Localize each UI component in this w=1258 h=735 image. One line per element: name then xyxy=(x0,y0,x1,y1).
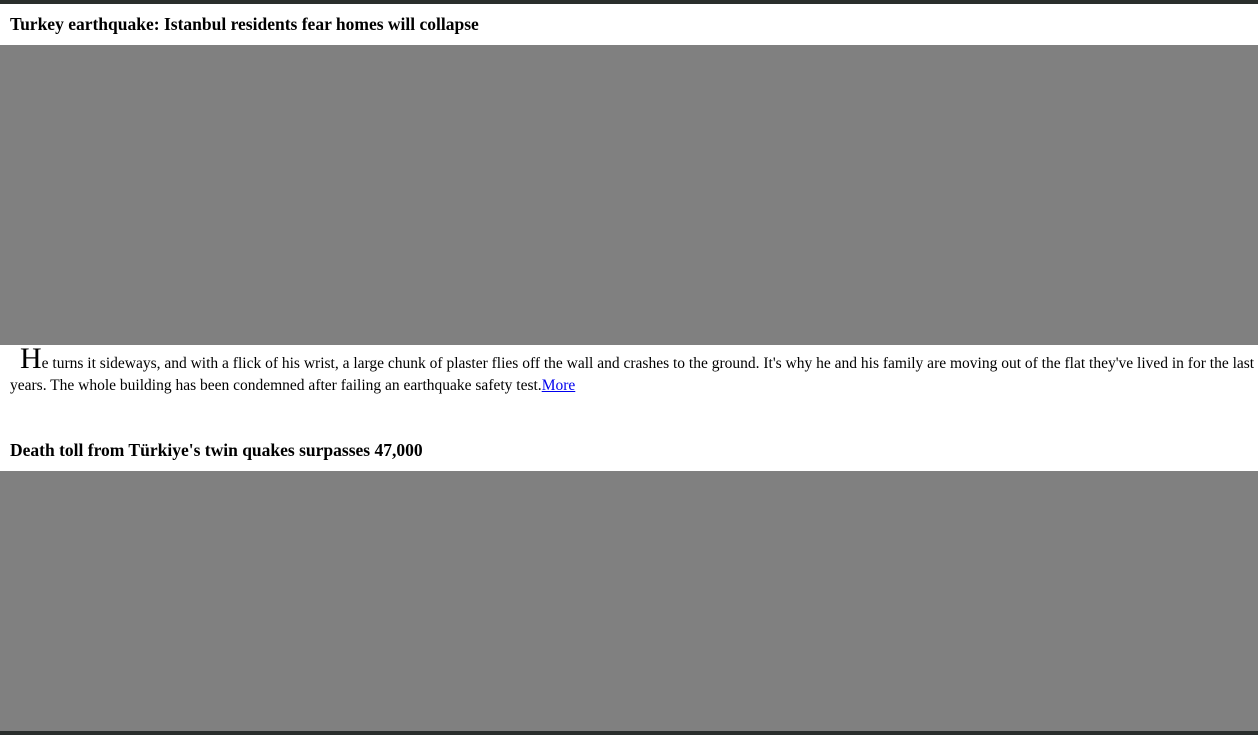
more-link[interactable]: More xyxy=(542,377,576,394)
article-summary: He turns it sideways, and with a flick o… xyxy=(10,344,1258,397)
article-image-placeholder xyxy=(0,471,1258,731)
article-headline: Death toll from Türkiye's twin quakes su… xyxy=(10,440,423,460)
article-image-placeholder xyxy=(0,45,1258,345)
bottom-frame-bar xyxy=(0,731,1258,735)
article-summary-text: e turns it sideways, and with a flick of… xyxy=(10,355,1258,394)
drop-cap-letter: H xyxy=(20,342,42,375)
article-headline: Turkey earthquake: Istanbul residents fe… xyxy=(10,14,479,34)
top-frame-bar xyxy=(0,0,1258,4)
